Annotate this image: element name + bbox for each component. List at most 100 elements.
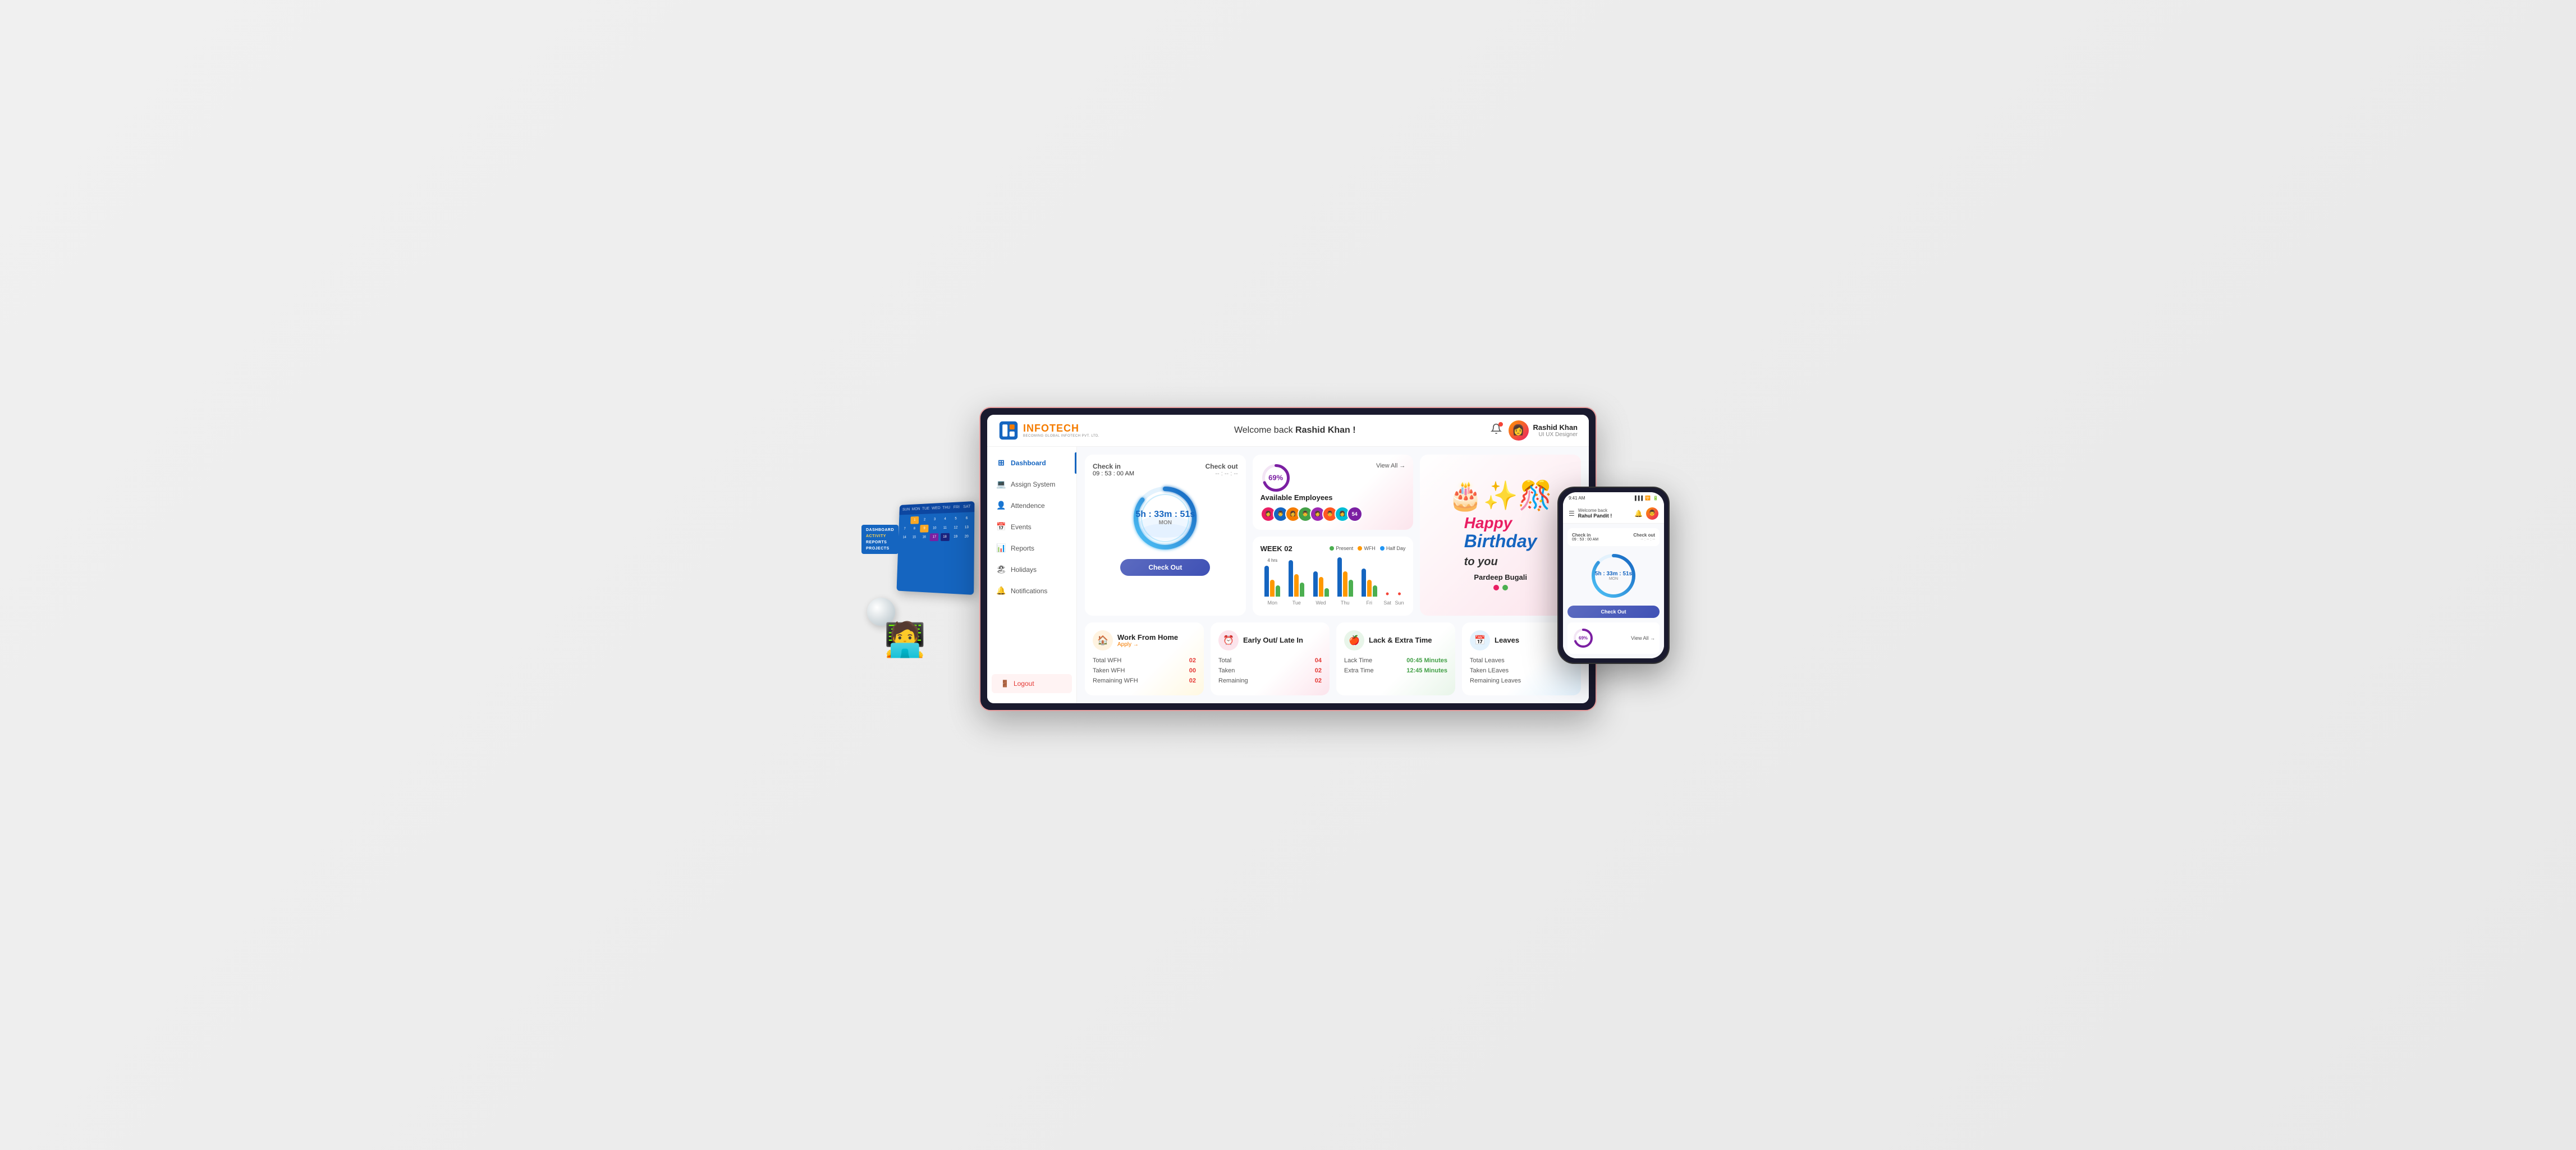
lack-title: Lack & Extra Time xyxy=(1369,636,1432,644)
checkin-time-value: 09 : 53 : 00 AM xyxy=(1093,470,1134,477)
logo-sub-text: BECOMING GLOBAL INFOTECH PVT. LTD. xyxy=(1023,434,1099,438)
birthday-cake-emoji: 🎂✨🎊 xyxy=(1448,479,1553,512)
top-bar: INFOTECH BECOMING GLOBAL INFOTECH PVT. L… xyxy=(987,415,1589,447)
extra-time-row: Extra Time 12:45 Minutes xyxy=(1344,667,1447,674)
phone-checkout-button[interactable]: Check Out xyxy=(1567,606,1660,618)
checkout-time-value: -- : -- : -- xyxy=(1206,470,1238,477)
mon-label: Mon xyxy=(1267,600,1277,606)
taken-leaves-row: Taken LEaves xyxy=(1470,667,1573,674)
person-figure: 🧑‍💻 xyxy=(884,620,926,659)
thu-half-bar xyxy=(1349,580,1353,597)
birthday-word: Birthday xyxy=(1464,531,1537,551)
checkout-label: Check out xyxy=(1206,462,1238,470)
sidebar-label-holidays: Holidays xyxy=(1011,566,1037,574)
phone-bell-icon[interactable]: 🔔 xyxy=(1634,510,1643,517)
checkout-button[interactable]: Check Out xyxy=(1120,559,1210,576)
tue-wfh-bar xyxy=(1294,574,1299,597)
holidays-icon: 🏖 xyxy=(996,565,1006,575)
phone-welcome-text: Welcome back Rahul Pandit ! xyxy=(1578,508,1612,519)
chart-legend: Present WFH Half Day xyxy=(1330,546,1405,551)
notifications-icon: 🔔 xyxy=(996,586,1006,596)
birthday-card: 🎂✨🎊 Happy Birthday to you Pardeep Bugali xyxy=(1420,455,1581,616)
week-chart-card: WEEK 02 Present WFH xyxy=(1253,537,1414,616)
sidebar-item-notifications[interactable]: 🔔 Notifications xyxy=(987,580,1076,602)
chart-col-sun: • Sun xyxy=(1397,588,1401,597)
sidebar-item-holidays[interactable]: 🏖 Holidays xyxy=(987,559,1076,580)
wed-bars xyxy=(1313,571,1329,597)
tue-label: Tue xyxy=(1292,600,1301,606)
early-total-row: Total 04 xyxy=(1218,657,1322,664)
wfh-taken-label: Taken WFH xyxy=(1093,667,1125,674)
tablet-screen: INFOTECH BECOMING GLOBAL INFOTECH PVT. L… xyxy=(987,415,1589,703)
checkin-header: Check in 09 : 53 : 00 AM Check out -- : … xyxy=(1093,462,1238,477)
phone-status-bar: 9:41 AM ▐▐▐ 🛜 🔋 xyxy=(1563,492,1664,504)
checkin-label: Check in xyxy=(1093,462,1134,470)
sat-label: Sat xyxy=(1383,600,1391,606)
checkin-info: Check in 09 : 53 : 00 AM xyxy=(1093,462,1134,477)
wfh-label: WFH xyxy=(1364,546,1376,551)
notification-dot xyxy=(1498,422,1503,427)
early-taken-label: Taken xyxy=(1218,667,1235,674)
phone-timer-wrap: 5h : 33m : 51s MON xyxy=(1567,551,1660,601)
lack-icon: 🍎 xyxy=(1344,630,1364,650)
phone-right-icons: 🔔 👨 xyxy=(1634,507,1658,520)
available-title: Available Employees xyxy=(1261,493,1406,502)
notification-bell[interactable] xyxy=(1491,423,1502,437)
sidebar: ⊞ Dashboard 💻 Assign System 👤 Attendence… xyxy=(987,447,1077,703)
phone-welcome-label: Welcome back xyxy=(1578,508,1612,513)
tue-bars xyxy=(1289,560,1304,597)
wfh-title-area: Work From Home Apply → xyxy=(1117,633,1178,648)
fri-label: Fri xyxy=(1367,600,1373,606)
phone-timer-value: 5h : 33m : 51s xyxy=(1595,571,1632,577)
logo-text: INFOTECH BECOMING GLOBAL INFOTECH PVT. L… xyxy=(1023,423,1099,438)
tablet-frame: INFOTECH BECOMING GLOBAL INFOTECH PVT. L… xyxy=(979,407,1597,711)
main-area: ⊞ Dashboard 💻 Assign System 👤 Attendence… xyxy=(987,447,1589,703)
phone-time: 9:41 AM xyxy=(1569,496,1585,501)
logout-button[interactable]: 🚪 Logout xyxy=(992,674,1072,693)
wfh-icon: 🏠 xyxy=(1093,630,1113,650)
hrs-label: 4 hrs xyxy=(1267,558,1277,563)
phone-nav-area: ☰ Welcome back Rahul Pandit ! xyxy=(1569,508,1612,519)
battery-icon: 🔋 xyxy=(1653,496,1658,501)
welcome-message: Welcome back Rashid Khan ! xyxy=(1099,425,1491,436)
mon-half-bar xyxy=(1276,585,1280,597)
logo-area: INFOTECH BECOMING GLOBAL INFOTECH PVT. L… xyxy=(998,420,1099,441)
wed-label: Wed xyxy=(1315,600,1326,606)
logout-icon: 🚪 xyxy=(1001,680,1009,688)
attendance-icon: 👤 xyxy=(996,501,1006,511)
week-title: WEEK 02 xyxy=(1261,544,1292,553)
halfday-dot xyxy=(1380,546,1385,551)
avatars-row: 👩 👨 👩 👨 👩 👨 👩 54 xyxy=(1261,506,1406,522)
early-icon: ⏰ xyxy=(1218,630,1239,650)
sidebar-item-attendance[interactable]: 👤 Attendence xyxy=(987,495,1076,516)
thu-label: Thu xyxy=(1341,600,1350,606)
user-details: Rashid Khan UI UX Designer xyxy=(1533,423,1578,438)
view-all-link[interactable]: View All → xyxy=(1376,462,1405,469)
sidebar-item-events[interactable]: 📅 Events xyxy=(987,516,1076,538)
mon-bars xyxy=(1264,566,1280,597)
phone-timer-day: MON xyxy=(1595,577,1632,581)
early-total-label: Total xyxy=(1218,657,1231,664)
phone-avatar: 👨 xyxy=(1646,507,1658,520)
sidebar-item-dashboard[interactable]: ⊞ Dashboard xyxy=(987,452,1076,474)
sidebar-label-attendance: Attendence xyxy=(1011,502,1045,510)
apply-button[interactable]: Apply → xyxy=(1117,642,1178,648)
early-card-header: ⏰ Early Out/ Late In xyxy=(1218,630,1322,650)
events-icon: 📅 xyxy=(996,522,1006,532)
chart-col-sat: • Sat xyxy=(1386,588,1389,597)
phone-checkin-time: 09 : 53 : 00 AM xyxy=(1572,538,1598,542)
sidebar-item-reports[interactable]: 📊 Reports xyxy=(987,538,1076,559)
chart-col-fri: Fri xyxy=(1362,569,1377,597)
extra-time-label: Extra Time xyxy=(1344,667,1374,674)
available-ring: 69% xyxy=(1261,462,1291,493)
phone-view-all[interactable]: View All → xyxy=(1631,635,1655,641)
phone-timer-text: 5h : 33m : 51s MON xyxy=(1595,571,1632,581)
week-header: WEEK 02 Present WFH xyxy=(1261,544,1406,553)
early-remaining-label: Remaining xyxy=(1218,677,1248,684)
dashboard-content: Check in 09 : 53 : 00 AM Check out -- : … xyxy=(1077,447,1589,703)
happy-text: Happy xyxy=(1464,514,1512,532)
sidebar-item-assign-system[interactable]: 💻 Assign System xyxy=(987,474,1076,495)
logo-tech: TECH xyxy=(1049,423,1079,434)
taken-leaves-label: Taken LEaves xyxy=(1470,667,1509,674)
wfh-total-label: Total WFH xyxy=(1093,657,1121,664)
